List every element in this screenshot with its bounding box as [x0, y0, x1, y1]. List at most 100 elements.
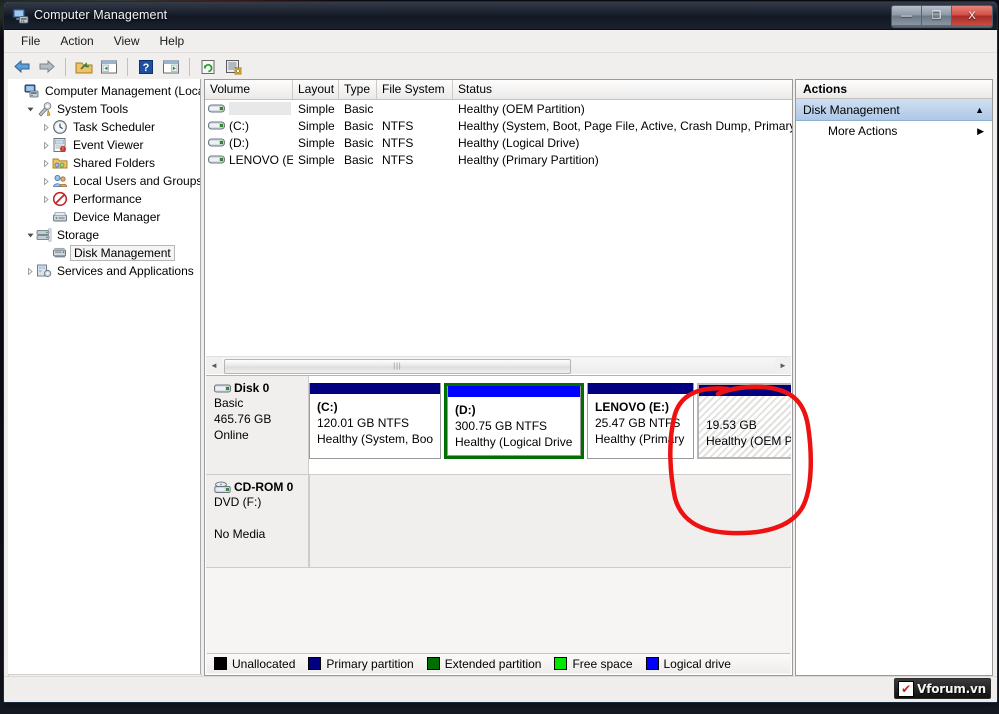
partition-lenovoe[interactable]: LENOVO (E:) 25.47 GB NTFS Healthy (Primary: [587, 383, 694, 459]
system-tools-icon: [36, 101, 52, 117]
cell-status: Healthy (System, Boot, Page File, Active…: [458, 118, 792, 133]
chevron-right-icon[interactable]: ▶: [977, 126, 984, 137]
partition-label: (C:): [317, 400, 338, 414]
refresh-icon[interactable]: [197, 56, 219, 78]
tree-item-label: Task Scheduler: [73, 120, 156, 134]
table-row[interactable]: (C:) Simple Basic NTFS Healthy (System, Boot…: [205, 117, 792, 134]
minimize-button[interactable]: —: [892, 6, 922, 25]
tree-item-label: System Tools: [57, 102, 129, 116]
partition-oem[interactable]: 19.53 GB Healthy (OEM Par: [697, 383, 791, 459]
chevron-up-icon[interactable]: ▲: [975, 105, 984, 115]
tree-item-device-manager[interactable]: Device Manager: [10, 208, 200, 226]
tree-item-label: Event Viewer: [73, 138, 144, 152]
actions-group-disk-management[interactable]: Disk Management ▲: [796, 99, 992, 121]
cell-volume: (C:): [205, 119, 293, 133]
chevron-right-icon[interactable]: [40, 121, 52, 133]
partition-status: Healthy (Primary: [595, 432, 685, 446]
actions-group-label: Disk Management: [803, 102, 900, 117]
column-header-file-system[interactable]: File System: [377, 80, 453, 99]
scroll-left-arrow[interactable]: ◄: [206, 358, 222, 373]
tree-item-storage[interactable]: Storage: [10, 226, 200, 244]
volume-list-hscrollbar[interactable]: ◄ ||| ►: [206, 356, 791, 374]
column-header-volume[interactable]: Volume: [205, 80, 293, 99]
cell-status: Healthy (Logical Drive): [458, 135, 580, 150]
legend-label: Logical drive: [663, 656, 731, 671]
tree-item-local-users-and-groups[interactable]: Local Users and Groups: [10, 172, 200, 190]
column-header-type[interactable]: Type: [339, 80, 377, 99]
toolbar-separator: [127, 57, 128, 76]
volume-list-header: Volume Layout Type File System Status: [205, 80, 792, 100]
close-button[interactable]: X: [952, 6, 992, 25]
chevron-right-icon[interactable]: [40, 175, 52, 187]
chevron-right-icon[interactable]: [40, 157, 52, 169]
chevron-down-icon[interactable]: [24, 229, 36, 241]
properties-icon[interactable]: [222, 56, 244, 78]
tree-item-performance[interactable]: Performance: [10, 190, 200, 208]
help-icon[interactable]: ?: [135, 56, 157, 78]
menu-file[interactable]: File: [12, 32, 49, 50]
graphical-disk-view: Disk 0 Basic 465.76 GB Online (C:) 120.01 GB …: [206, 375, 791, 674]
show-hide-console-tree-icon[interactable]: [98, 56, 120, 78]
actions-pane: Actions Disk Management ▲ More Actions ▶: [795, 79, 993, 676]
disk-title: CD-ROM 0: [214, 480, 302, 494]
partition-capacity-bar: [699, 385, 791, 396]
volume-list-rows: Simple Basic Healthy (OEM Partition) (C:) Si…: [205, 100, 792, 168]
vforum-watermark: ✔ Vforum.vn: [894, 678, 991, 699]
scroll-right-arrow[interactable]: ►: [775, 358, 791, 373]
chevron-down-icon[interactable]: [24, 103, 36, 115]
table-row[interactable]: LENOVO (E:) Simple Basic NTFS Healthy (Prima…: [205, 151, 792, 168]
cell-volume: LENOVO (E:): [205, 153, 293, 167]
maximize-button[interactable]: ❐: [922, 6, 952, 25]
tree-item-event-viewer[interactable]: ! Event Viewer: [10, 136, 200, 154]
cell-filesystem: NTFS: [382, 152, 414, 167]
legend-item: Free space: [554, 656, 633, 671]
volume-label: [229, 102, 291, 115]
column-header-status[interactable]: Status: [453, 80, 792, 99]
partition-size: 25.47 GB NTFS: [595, 416, 681, 430]
chevron-right-icon[interactable]: [24, 265, 36, 277]
partition-strip: (C:) 120.01 GB NTFS Healthy (System, Boo (D…: [309, 376, 791, 474]
table-row[interactable]: (D:) Simple Basic NTFS Healthy (Logical Driv…: [205, 134, 792, 151]
action-item-more-actions[interactable]: More Actions ▶: [796, 121, 992, 141]
tree-item-label: Performance: [73, 192, 142, 206]
tree-item-services-and-applications[interactable]: Services and Applications: [10, 262, 200, 280]
legend-label: Free space: [572, 656, 633, 671]
menu-help[interactable]: Help: [151, 32, 194, 50]
scroll-track[interactable]: |||: [222, 358, 775, 374]
partition-d[interactable]: (D:) 300.75 GB NTFS Healthy (Logical Drive: [444, 383, 584, 459]
tree-item-system-tools[interactable]: System Tools: [10, 100, 200, 118]
column-header-layout[interactable]: Layout: [293, 80, 339, 99]
legend-label: Primary partition: [326, 656, 414, 671]
cell-layout: Simple: [298, 118, 335, 133]
tree-item-task-scheduler[interactable]: Task Scheduler: [10, 118, 200, 136]
scroll-thumb[interactable]: |||: [224, 359, 571, 374]
menu-action[interactable]: Action: [51, 32, 102, 50]
tree-item-computer-management-local[interactable]: Computer Management (Local: [10, 82, 200, 100]
tree-item-label: Device Manager: [73, 210, 161, 224]
chevron-right-icon[interactable]: [40, 193, 52, 205]
disk-detail-line: Basic: [214, 396, 244, 410]
up-folder-icon[interactable]: [73, 56, 95, 78]
forward-icon[interactable]: [36, 56, 58, 78]
menu-view[interactable]: View: [105, 32, 149, 50]
cell-layout: Simple: [298, 101, 335, 116]
show-hide-action-pane-icon[interactable]: [160, 56, 182, 78]
disk-row-disk-0[interactable]: Disk 0 Basic 465.76 GB Online (C:) 120.01 GB …: [206, 376, 791, 475]
legend-label: Unallocated: [232, 656, 296, 671]
back-icon[interactable]: [11, 56, 33, 78]
services-icon: [36, 263, 52, 279]
tree-item-shared-folders[interactable]: Shared Folders: [10, 154, 200, 172]
disk-row-cd-rom-0[interactable]: CD-ROM 0 DVD (F:) No Media: [206, 475, 791, 568]
toolbar-separator: [65, 57, 66, 76]
svg-text:?: ?: [143, 62, 150, 74]
legend-item: Primary partition: [308, 656, 414, 671]
table-row[interactable]: Simple Basic Healthy (OEM Partition): [205, 100, 792, 117]
tree-item-label: Computer Management (Local: [45, 84, 201, 98]
cell-status: Healthy (Primary Partition): [458, 152, 599, 167]
partition-c[interactable]: (C:) 120.01 GB NTFS Healthy (System, Boo: [309, 383, 441, 459]
disk-info-panel: CD-ROM 0 DVD (F:) No Media: [206, 475, 309, 567]
tree-item-disk-management[interactable]: Disk Management: [10, 244, 200, 262]
chevron-right-icon[interactable]: [40, 139, 52, 151]
partition-capacity-bar: [588, 383, 693, 394]
